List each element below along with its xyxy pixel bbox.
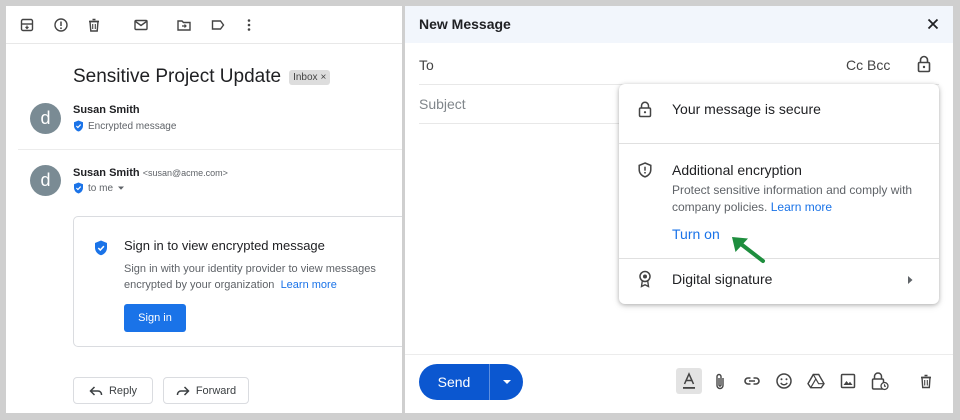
more-vert-icon[interactable] — [238, 15, 260, 35]
shield-icon — [73, 120, 84, 132]
reply-label: Reply — [108, 384, 138, 397]
shield-icon — [73, 182, 84, 194]
shield-alert-icon — [637, 161, 653, 179]
caret-down-icon[interactable] — [117, 185, 125, 191]
google-drive-icon[interactable] — [805, 370, 827, 392]
card-body: Sign in with your identity provider to v… — [124, 262, 392, 293]
compose-window: New Message To Cc Bcc Subject Your messa… — [405, 6, 953, 413]
attach-file-icon[interactable] — [709, 370, 731, 392]
reply-icon — [89, 385, 103, 397]
sender-name: Susan Smith — [73, 167, 140, 179]
to-me-label: to me — [88, 182, 114, 194]
divider — [619, 143, 939, 144]
inbox-chip-text: Inbox — [293, 71, 318, 83]
digital-signature-row[interactable]: Digital signature — [619, 259, 939, 303]
insert-photo-icon[interactable] — [837, 370, 859, 392]
message-secure-text: Your message is secure — [672, 101, 821, 117]
mark-unread-icon[interactable] — [130, 15, 152, 35]
lock-icon[interactable] — [915, 54, 933, 74]
discard-draft-icon[interactable] — [915, 370, 937, 392]
forward-icon — [176, 385, 190, 397]
confidential-mode-icon[interactable] — [869, 370, 891, 392]
emoji-icon[interactable] — [773, 370, 795, 392]
message-toolbar — [6, 6, 402, 44]
caret-down-icon — [502, 379, 512, 385]
subject-field-underline — [419, 123, 619, 124]
send-button[interactable]: Send — [419, 364, 489, 400]
avatar: d — [30, 103, 61, 134]
insert-link-icon[interactable] — [741, 370, 763, 392]
formatting-options-icon[interactable] — [676, 368, 702, 394]
annotation-arrow-icon — [728, 233, 770, 267]
chevron-right-icon — [906, 275, 914, 285]
lock-icon — [637, 100, 653, 118]
send-options-button[interactable] — [490, 364, 523, 400]
divider — [18, 149, 402, 150]
forward-label: Forward — [195, 384, 237, 397]
email-subject: Sensitive Project Update Inbox × — [73, 66, 331, 88]
subject-text: Sensitive Project Update — [73, 66, 282, 87]
compose-header: New Message — [405, 6, 953, 43]
cc-bcc-link[interactable]: Cc Bcc — [846, 57, 890, 73]
encrypted-message-card: Sign in to view encrypted message Sign i… — [73, 216, 402, 347]
sender-email: <susan@acme.com> — [142, 168, 228, 178]
archive-icon[interactable] — [16, 15, 38, 35]
learn-more-link[interactable]: Learn more — [281, 279, 337, 291]
shield-icon — [94, 240, 108, 256]
encrypted-message-label: Encrypted message — [88, 120, 177, 132]
divider — [405, 354, 953, 355]
move-to-icon[interactable] — [173, 15, 195, 35]
avatar: d — [30, 165, 61, 196]
additional-encryption-title: Additional encryption — [672, 162, 802, 178]
report-spam-icon[interactable] — [50, 15, 72, 35]
card-title: Sign in to view encrypted message — [124, 238, 325, 253]
email-reading-pane: Sensitive Project Update Inbox × d Susan… — [6, 6, 402, 413]
close-icon[interactable] — [925, 16, 941, 32]
send-button-group: Send — [419, 364, 523, 400]
encryption-options-panel: Your message is secure Additional encryp… — [619, 84, 939, 304]
sender-line: Susan Smith <susan@acme.com> — [73, 167, 228, 179]
inbox-label-chip[interactable]: Inbox × — [289, 69, 331, 85]
sender-name: Susan Smith — [73, 104, 140, 116]
sign-in-button[interactable]: Sign in — [124, 304, 186, 332]
badge-icon — [637, 270, 653, 288]
subject-input[interactable]: Subject — [419, 96, 466, 112]
learn-more-link[interactable]: Learn more — [771, 200, 832, 214]
turn-on-button[interactable]: Turn on — [672, 226, 720, 242]
to-field-label[interactable]: To — [419, 57, 434, 73]
recipient-line[interactable]: to me — [73, 182, 125, 194]
additional-encryption-description: Protect sensitive information and comply… — [672, 182, 930, 215]
digital-signature-label: Digital signature — [672, 271, 773, 287]
forward-button[interactable]: Forward — [163, 377, 249, 404]
encryption-status: Encrypted message — [73, 120, 176, 132]
compose-title: New Message — [419, 16, 511, 32]
delete-icon[interactable] — [83, 15, 105, 35]
card-body-text: Sign in with your identity provider to v… — [124, 263, 376, 291]
close-icon[interactable]: × — [321, 72, 327, 83]
label-icon[interactable] — [207, 15, 229, 35]
reply-button[interactable]: Reply — [73, 377, 153, 404]
